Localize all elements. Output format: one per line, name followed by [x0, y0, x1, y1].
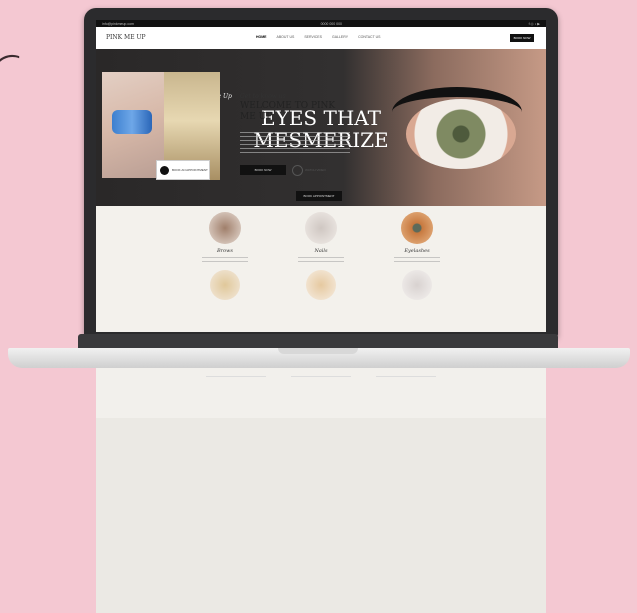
laptop-notch — [278, 348, 358, 354]
contact-email[interactable]: info@pinkmeup.com — [102, 22, 134, 26]
keyboard — [78, 334, 558, 348]
service-nails[interactable]: Nails — [291, 212, 351, 300]
text-block — [206, 376, 266, 395]
service-eyelashes[interactable]: Eyelashes — [387, 212, 447, 300]
welcome-paragraph — [240, 132, 350, 154]
text-block — [291, 376, 351, 395]
nav-menu: HOME ABOUT US SERVICES GALLERY CONTACT U… — [256, 35, 381, 39]
eye-graphic — [406, 99, 516, 169]
book-appointment-button[interactable]: BOOK APPOINTMENT — [296, 191, 342, 201]
service-image-2 — [210, 270, 240, 300]
book-now-button[interactable]: BOOK NOW — [510, 34, 534, 42]
service-brows[interactable]: Brows — [195, 212, 255, 300]
service-name: Eyelashes — [404, 248, 430, 254]
service-name: Brows — [217, 248, 233, 254]
play-label[interactable]: WATCH VIDEO — [305, 168, 326, 172]
decorative-curl-icon: ⌒ — [0, 48, 32, 94]
text-block — [376, 376, 436, 395]
divider — [298, 257, 344, 262]
services-row: Brows Nails Eyelashes — [96, 206, 546, 300]
nav-item-contact[interactable]: CONTACT US — [358, 35, 380, 39]
welcome-subtitle: Get to know us — [240, 93, 286, 100]
welcome-title: WELCOME TO PINK ME UP — [240, 101, 336, 122]
social-icons[interactable]: f ◎ ♪ ▶ — [529, 22, 540, 26]
appointment-label: BOOK AN APPOINTMENT — [172, 168, 208, 172]
main-navigation: PINK ME UP HOME ABOUT US SERVICES GALLER… — [96, 27, 546, 49]
laptop-base — [8, 334, 630, 368]
service-image-4 — [402, 270, 432, 300]
nails-image — [305, 212, 337, 244]
nav-item-gallery[interactable]: GALLERY — [332, 35, 348, 39]
appointment-badge[interactable]: BOOK AN APPOINTMENT — [156, 160, 210, 180]
nav-item-services[interactable]: SERVICES — [304, 35, 322, 39]
top-info-bar: info@pinkmeup.com 0000 000 000 f ◎ ♪ ▶ — [96, 20, 546, 27]
nav-item-home[interactable]: HOME — [256, 35, 267, 39]
contact-phone[interactable]: 0000 000 000 — [321, 22, 342, 26]
check-icon — [160, 165, 169, 175]
welcome-section — [96, 418, 546, 613]
page-continuation — [96, 368, 546, 613]
welcome-book-button[interactable]: BOOK NOW — [240, 165, 286, 175]
divider — [394, 257, 440, 262]
nav-item-about[interactable]: ABOUT US — [277, 35, 295, 39]
blue-nails-graphic — [112, 110, 152, 134]
play-icon[interactable] — [292, 165, 303, 176]
eyelashes-image — [401, 212, 433, 244]
site-logo[interactable]: PINK ME UP — [106, 35, 146, 41]
service-image-3 — [306, 270, 336, 300]
brows-image — [209, 212, 241, 244]
service-name: Nails — [314, 248, 328, 254]
divider — [202, 257, 248, 262]
